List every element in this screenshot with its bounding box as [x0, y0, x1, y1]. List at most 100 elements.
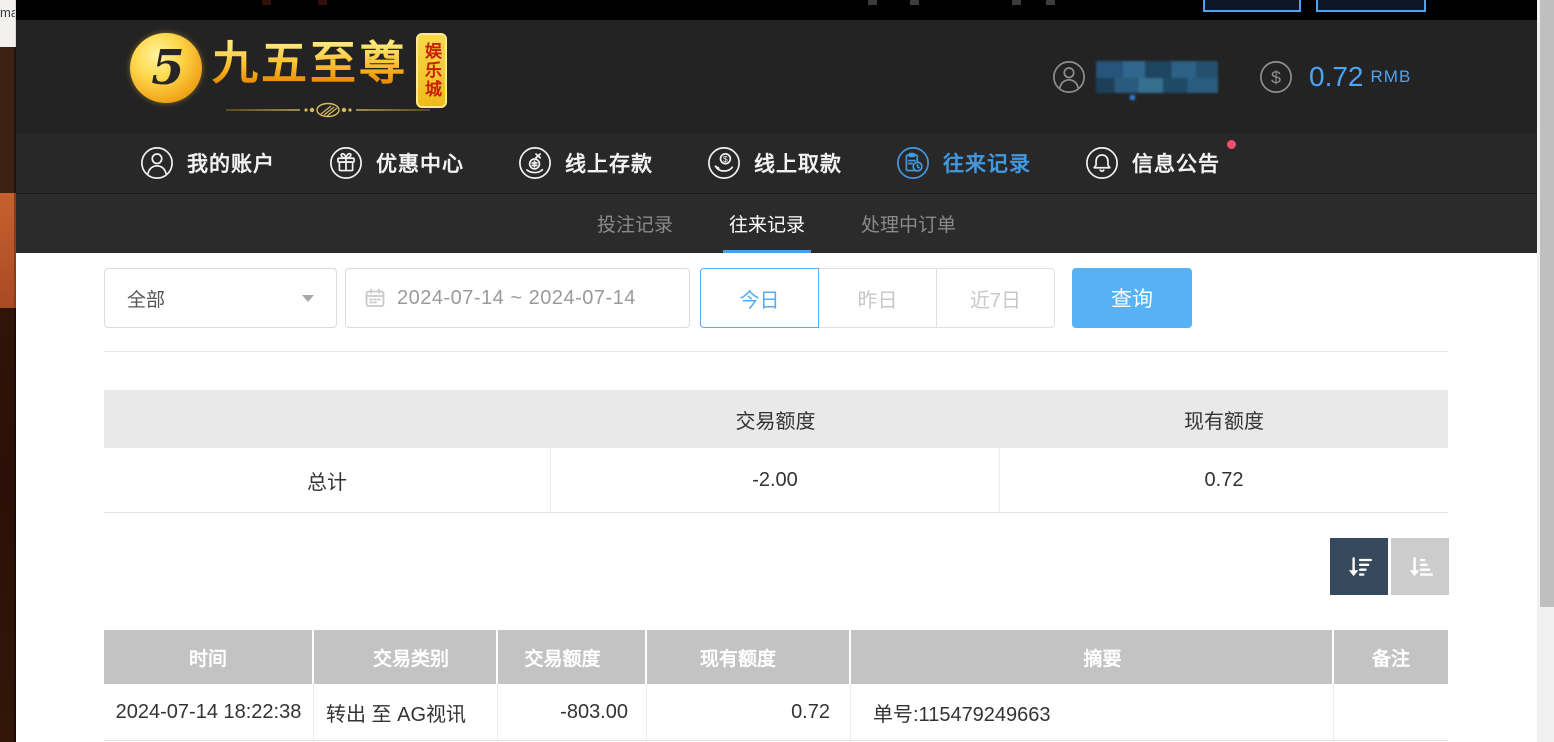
- nav-item-promotions[interactable]: 优惠中心: [329, 146, 464, 180]
- background-window-brown-area: [0, 47, 16, 193]
- logo-95-icon: 5: [130, 33, 202, 103]
- search-button[interactable]: 查询: [1072, 268, 1192, 328]
- nav-item-transaction-records[interactable]: 往来记录: [896, 146, 1031, 180]
- top-bar-fragment: [1046, 0, 1055, 5]
- sort-ascending-button[interactable]: [1391, 538, 1449, 595]
- summary-total-transaction-amount: -2.00: [551, 448, 1000, 512]
- subtab-label: 投注记录: [597, 210, 673, 237]
- site-logo[interactable]: 5 九五至尊 娱乐城: [130, 30, 447, 126]
- logo-badge-text: 娱乐城: [423, 42, 440, 99]
- nav-label: 线上取款: [754, 148, 842, 178]
- col-header-time: 时间: [104, 630, 314, 684]
- nav-label: 我的账户: [187, 148, 275, 178]
- subtab-label: 往来记录: [729, 210, 805, 237]
- main-navigation: 我的账户 优惠中心 线上存款 $ 线上取款: [16, 133, 1537, 193]
- type-filter-value: 全部: [127, 285, 165, 312]
- records-icon: [896, 146, 930, 180]
- nav-item-announcements[interactable]: 信息公告: [1085, 146, 1220, 180]
- balance-amount: 0.72: [1309, 61, 1364, 93]
- site-header: 5 九五至尊 娱乐城 $: [16, 20, 1537, 133]
- scrollbar-thumb[interactable]: [1540, 0, 1554, 607]
- sort-desc-icon: [1345, 553, 1373, 581]
- user-account-area[interactable]: [1052, 60, 1218, 94]
- username-redacted: [1096, 61, 1218, 94]
- nav-label: 往来记录: [943, 148, 1031, 178]
- nav-label: 信息公告: [1132, 148, 1220, 178]
- summary-header-row: 交易额度 现有额度: [104, 390, 1448, 448]
- bell-icon: [1085, 146, 1119, 180]
- nav-label: 线上存款: [565, 148, 653, 178]
- user-icon: [140, 146, 174, 180]
- quick-range-today[interactable]: 今日: [700, 268, 819, 328]
- logo-flourish-ornament: [224, 102, 432, 118]
- nav-item-deposit[interactable]: 线上存款: [518, 146, 653, 180]
- col-header-type: 交易类别: [314, 630, 498, 684]
- svg-text:$: $: [723, 154, 728, 164]
- top-bar-button-right[interactable]: [1316, 0, 1426, 12]
- top-bar-fragment: [868, 0, 877, 5]
- vertical-scrollbar[interactable]: [1537, 0, 1554, 742]
- balance-area[interactable]: $ 0.72 RMB: [1259, 60, 1411, 94]
- date-range-input[interactable]: 2024-07-14 ~ 2024-07-14: [345, 268, 690, 328]
- deposit-icon: [518, 146, 552, 180]
- sort-descending-button[interactable]: [1330, 538, 1388, 595]
- cell-balance: 0.72: [647, 684, 851, 740]
- top-bar: [16, 0, 1537, 20]
- records-header-row: 时间 交易类别 交易额度 现有额度 摘要 备注: [104, 630, 1448, 684]
- svg-text:$: $: [1271, 68, 1281, 88]
- dollar-coin-icon: $: [1259, 60, 1293, 94]
- logo-badge: 娱乐城: [416, 33, 447, 108]
- tab-betting-records[interactable]: 投注记录: [591, 194, 679, 253]
- record-subtabs: 投注记录 往来记录 处理中订单: [16, 193, 1537, 253]
- section-divider: [104, 351, 1448, 352]
- nav-label: 优惠中心: [376, 148, 464, 178]
- nav-item-withdraw[interactable]: $ 线上取款: [707, 146, 842, 180]
- gift-icon: [329, 146, 363, 180]
- notification-dot: [1227, 140, 1236, 149]
- logo-title: 九五至尊: [212, 38, 408, 89]
- summary-header-transaction-amount: 交易额度: [551, 390, 1000, 448]
- type-filter-select[interactable]: 全部: [104, 268, 337, 328]
- quick-range-yesterday[interactable]: 昨日: [818, 268, 937, 328]
- sort-button-group: [1330, 538, 1449, 595]
- cell-summary: 单号:115479249663: [851, 684, 1334, 740]
- top-bar-fragment: [262, 0, 271, 5]
- top-bar-fragment: [1012, 0, 1021, 5]
- col-header-note: 备注: [1334, 630, 1448, 684]
- cell-note: [1334, 684, 1448, 740]
- background-window-dark-area: [0, 308, 16, 742]
- summary-total-current-balance: 0.72: [1000, 448, 1448, 512]
- top-bar-button-left[interactable]: [1203, 0, 1301, 12]
- cell-type: 转出 至 AG视讯: [314, 684, 498, 740]
- quick-range-last7days[interactable]: 近7日: [936, 268, 1055, 328]
- col-header-balance: 现有额度: [647, 630, 851, 684]
- summary-total-label: 总计: [104, 448, 551, 512]
- table-row: 2024-07-14 18:22:38 转出 至 AG视讯 -803.00 0.…: [104, 684, 1448, 741]
- transaction-records-page: { "chrome": { "corner_text": "ma" }, "he…: [0, 0, 1554, 742]
- cell-amount: -803.00: [498, 684, 647, 740]
- calendar-icon: [364, 287, 386, 309]
- top-bar-fragment: [318, 0, 327, 5]
- sort-asc-icon: [1406, 553, 1434, 581]
- cell-time: 2024-07-14 18:22:38: [104, 684, 314, 740]
- chevron-down-icon: [302, 295, 314, 302]
- col-header-amount: 交易额度: [498, 630, 647, 684]
- summary-table: 交易额度 现有额度 总计 -2.00 0.72: [104, 390, 1448, 513]
- tab-transaction-records[interactable]: 往来记录: [723, 194, 811, 253]
- summary-header-empty: [104, 390, 551, 448]
- date-range-value: 2024-07-14 ~ 2024-07-14: [397, 287, 636, 310]
- balance-currency: RMB: [1371, 67, 1412, 87]
- summary-header-current-balance: 现有额度: [1000, 390, 1448, 448]
- quick-range-group: 今日 昨日 近7日: [700, 268, 1055, 328]
- background-window-text: ma: [0, 0, 16, 47]
- logo-symbol: 5: [151, 44, 184, 92]
- col-header-summary: 摘要: [851, 630, 1334, 684]
- summary-total-row: 总计 -2.00 0.72: [104, 448, 1448, 513]
- nav-item-my-account[interactable]: 我的账户: [140, 146, 275, 180]
- top-bar-fragment: [910, 0, 919, 5]
- subtab-label: 处理中订单: [861, 210, 956, 237]
- background-window-strip: ma: [0, 0, 16, 742]
- tab-processing-orders[interactable]: 处理中订单: [855, 194, 962, 253]
- avatar-icon: [1052, 60, 1086, 94]
- withdraw-icon: $: [707, 146, 741, 180]
